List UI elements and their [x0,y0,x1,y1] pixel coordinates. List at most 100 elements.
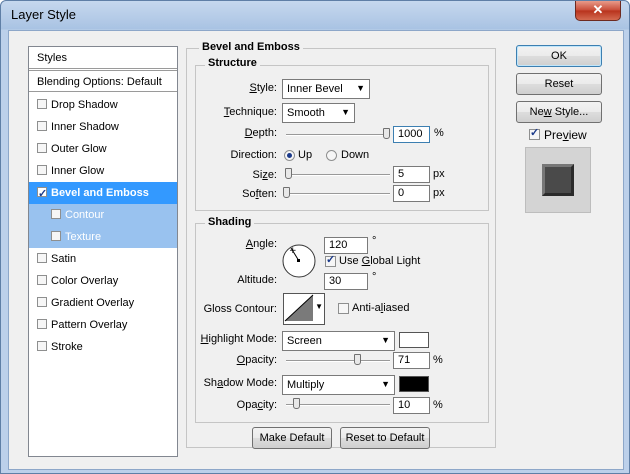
style-item-color-overlay[interactable]: Color Overlay [29,270,177,292]
style-item-outer-glow[interactable]: Outer Glow [29,138,177,160]
style-item-checkbox[interactable] [37,165,47,175]
style-item-label: Texture [65,231,102,243]
direction-up-label: Up [298,149,313,161]
style-item-checkbox[interactable] [37,341,47,351]
style-item-contour[interactable]: Contour [29,204,177,226]
style-item-label: Stroke [51,341,83,353]
altitude-input[interactable]: 30 [324,273,368,290]
style-item-label: Gradient Overlay [51,297,135,309]
dropdown-arrow-icon: ▼ [356,83,365,93]
size-slider-thumb[interactable] [285,168,292,179]
style-item-gradient-overlay[interactable]: Gradient Overlay [29,292,177,314]
shadow-opacity-input[interactable]: 10 [393,397,430,414]
shadow-opacity-thumb[interactable] [293,398,300,409]
style-item-inner-shadow[interactable]: Inner Shadow [29,116,177,138]
preview-label: Preview [544,128,587,142]
highlight-opacity-input[interactable]: 71 [393,352,430,369]
gloss-contour-preview [284,294,314,322]
highlight-mode-label: Highlight Mode: [200,333,277,345]
style-item-satin[interactable]: Satin [29,248,177,270]
title-bar[interactable]: Layer Style ✕ [1,1,629,29]
styles-list: Styles Blending Options: Default Drop Sh… [28,46,178,457]
style-item-pattern-overlay[interactable]: Pattern Overlay [29,314,177,336]
style-item-label: Outer Glow [51,143,107,155]
direction-down-radio[interactable] [326,150,337,161]
styles-header[interactable]: Styles [29,47,177,69]
blending-options-item[interactable]: Blending Options: Default [29,70,177,92]
shadow-mode-select[interactable]: Multiply ▼ [282,375,395,395]
dialog-client: Styles Blending Options: Default Drop Sh… [8,30,624,470]
style-item-checkbox[interactable] [51,209,61,219]
soften-unit: px [433,187,445,199]
size-input[interactable]: 5 [393,166,430,183]
new-style-button[interactable]: New Style... [516,101,602,123]
style-item-checkbox[interactable] [37,319,47,329]
soften-slider[interactable] [286,193,390,195]
depth-label: Depth: [244,127,277,139]
style-preview-square [542,164,574,196]
style-item-checkbox[interactable] [51,231,61,241]
highlight-opacity-thumb[interactable] [354,354,361,365]
style-item-checkbox[interactable] [37,275,47,285]
anti-aliased-label: Anti-aliased [352,302,410,314]
dropdown-arrow-icon: ▼ [381,335,390,345]
soften-input[interactable]: 0 [393,185,430,202]
angle-unit: ° [372,235,377,247]
style-item-label: Satin [51,253,77,265]
depth-unit: % [434,127,444,139]
style-item-label: Inner Glow [51,165,105,177]
style-select[interactable]: Inner Bevel ▼ [282,79,370,99]
shadow-opacity-unit: % [433,399,443,411]
style-item-checkbox[interactable] [37,253,47,263]
bevel-emboss-title: Bevel and Emboss [199,41,303,53]
reset-button[interactable]: Reset [516,73,602,95]
depth-slider[interactable] [286,134,390,136]
style-item-label: Pattern Overlay [51,319,128,331]
dropdown-arrow-icon: ▼ [341,107,350,117]
shadow-color-swatch[interactable] [399,376,429,392]
shadow-opacity-label: Opacity: [236,399,277,411]
dropdown-arrow-icon: ▼ [381,379,390,389]
style-item-texture[interactable]: Texture [29,226,177,248]
dropdown-arrow-icon: ▼ [315,302,323,311]
style-item-checkbox[interactable] [37,99,47,109]
soften-slider-thumb[interactable] [283,187,290,198]
highlight-opacity-slider[interactable] [286,360,390,362]
style-item-label: Inner Shadow [51,121,119,133]
style-item-checkbox[interactable] [37,121,47,131]
reset-to-default-button[interactable]: Reset to Default [340,427,430,449]
make-default-button[interactable]: Make Default [252,427,332,449]
style-item-stroke[interactable]: Stroke [29,336,177,358]
style-item-label: Drop Shadow [51,99,118,111]
style-item-checkbox[interactable] [37,143,47,153]
technique-select[interactable]: Smooth ▼ [282,103,355,123]
direction-up-radio[interactable] [284,150,295,161]
soften-label: Soften: [242,188,277,200]
style-label: Style: [249,82,277,94]
gloss-contour-label: Gloss Contour: [203,303,277,315]
highlight-color-swatch[interactable] [399,332,429,348]
direction-down-label: Down [341,149,370,161]
style-item-label: Bevel and Emboss [51,187,149,199]
depth-input[interactable]: 1000 [393,126,430,143]
size-label: Size: [252,169,277,181]
highlight-mode-select[interactable]: Screen ▼ [282,331,395,351]
style-item-inner-glow[interactable]: Inner Glow [29,160,177,182]
size-slider[interactable] [286,174,390,176]
preview-checkbox[interactable] [529,126,540,140]
style-item-drop-shadow[interactable]: Drop Shadow [29,94,177,116]
style-item-bevel-and-emboss[interactable]: Bevel and Emboss [29,182,177,205]
angle-dial[interactable]: + [281,243,317,279]
gloss-contour-picker[interactable]: ▼ [283,293,325,325]
style-item-checkbox[interactable] [37,297,47,307]
ok-button[interactable]: OK [516,45,602,67]
structure-title: Structure [205,57,260,69]
style-item-checkbox[interactable] [37,183,47,205]
depth-slider-thumb[interactable] [383,128,390,139]
close-icon: ✕ [592,2,604,17]
shadow-opacity-slider[interactable] [286,404,390,406]
anti-aliased-checkbox[interactable] [338,303,349,314]
angle-input[interactable]: 120 [324,237,368,254]
use-global-light-checkbox[interactable] [325,253,336,267]
close-button[interactable]: ✕ [575,1,621,21]
